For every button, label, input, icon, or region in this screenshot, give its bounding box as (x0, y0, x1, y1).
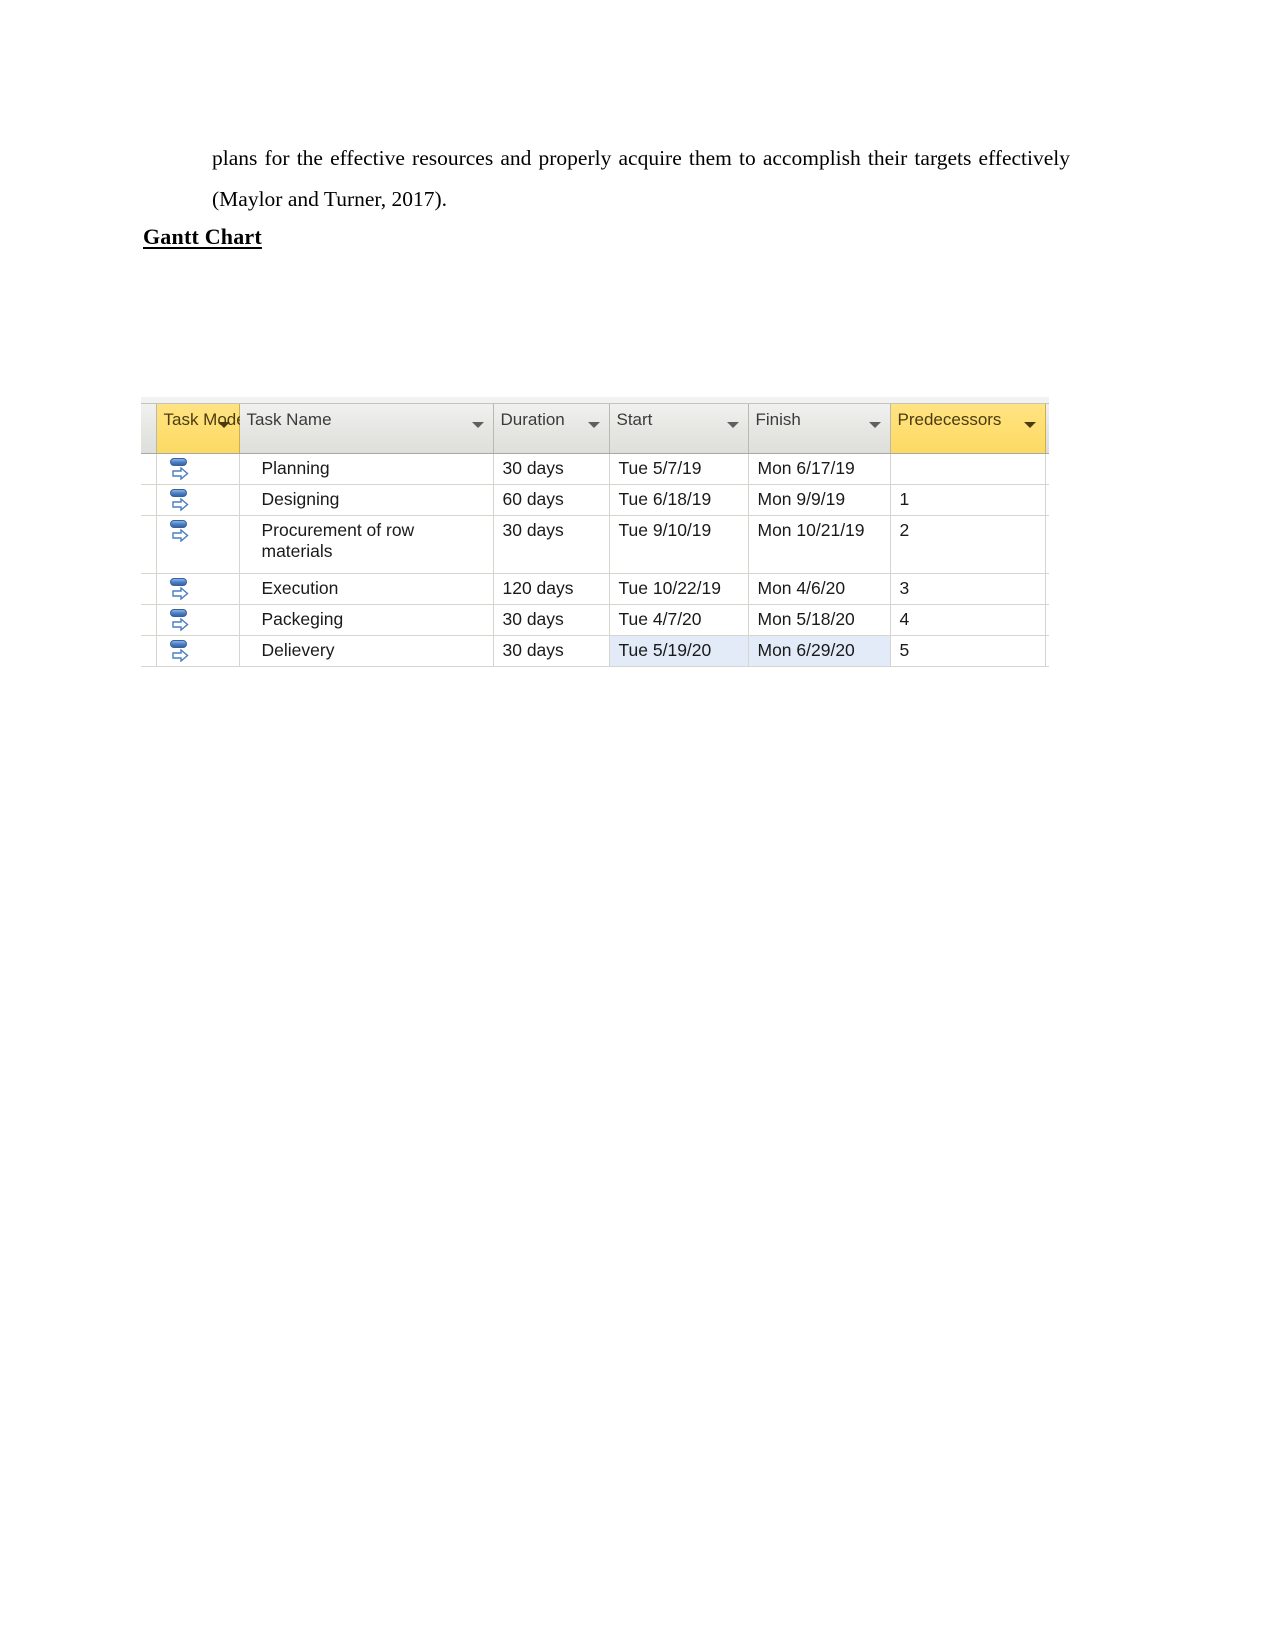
cell-task-name[interactable]: Delievery (239, 635, 494, 667)
cell-task-mode[interactable] (156, 484, 240, 516)
cell-task-name[interactable]: Designing (239, 484, 494, 516)
page-title: Gantt Chart (143, 224, 262, 249)
cell-task-mode[interactable] (156, 573, 240, 605)
cell-clipped (1045, 453, 1049, 485)
chevron-down-icon[interactable] (587, 422, 600, 428)
cell-duration[interactable]: 30 days (493, 515, 610, 574)
row-gutter-cell (141, 635, 157, 667)
row-gutter-cell (141, 573, 157, 605)
manually-scheduled-task-icon (169, 608, 191, 632)
cell-clipped (1045, 573, 1049, 605)
cell-predecessors[interactable]: 5 (890, 635, 1046, 667)
arrow-right-icon (171, 617, 189, 631)
column-header-task-mode[interactable]: Task Mode (156, 404, 246, 454)
column-header-finish-label: Finish (755, 410, 801, 429)
arrow-right-icon (171, 466, 189, 480)
cell-task-name[interactable]: Execution (239, 573, 494, 605)
cell-start[interactable]: Tue 9/10/19 (609, 515, 749, 574)
table-row[interactable]: Execution 120 days Tue 10/22/19 Mon 4/6/… (141, 573, 1049, 605)
row-gutter-cell (141, 515, 157, 574)
cell-start[interactable]: Tue 4/7/20 (609, 604, 749, 636)
column-header-predecessors[interactable]: Predecessors (890, 404, 1046, 454)
cell-finish[interactable]: Mon 9/9/19 (748, 484, 891, 516)
cell-task-mode[interactable] (156, 515, 240, 574)
chevron-down-icon[interactable] (726, 422, 739, 428)
cell-finish[interactable]: Mon 4/6/20 (748, 573, 891, 605)
cell-duration[interactable]: 60 days (493, 484, 610, 516)
row-gutter-cell (141, 453, 157, 485)
table-header-row: Task Mode Task Name Duration Start Finis… (141, 404, 1049, 454)
cell-finish[interactable]: Mon 6/17/19 (748, 453, 891, 485)
cell-finish[interactable]: Mon 10/21/19 (748, 515, 891, 574)
cell-predecessors[interactable]: 3 (890, 573, 1046, 605)
gantt-chart-table-screenshot: Task Mode Task Name Duration Start Finis… (141, 397, 1049, 678)
table-bottom-clip (141, 676, 1049, 678)
cell-predecessors[interactable]: 1 (890, 484, 1046, 516)
cell-task-mode[interactable] (156, 635, 240, 667)
chevron-down-icon[interactable] (1023, 422, 1036, 428)
table-row[interactable]: Packeging 30 days Tue 4/7/20 Mon 5/18/20… (141, 604, 1049, 636)
arrow-right-icon (171, 497, 189, 511)
body-text-block: plans for the effective resources and pr… (212, 138, 1070, 220)
cell-task-mode[interactable] (156, 604, 240, 636)
table-top-strip (141, 397, 1049, 404)
cell-finish[interactable]: Mon 6/29/20 (748, 635, 891, 667)
column-header-task-name[interactable]: Task Name (239, 404, 494, 454)
cell-clipped (1045, 484, 1049, 516)
row-gutter-cell (141, 604, 157, 636)
cell-duration[interactable]: 30 days (493, 604, 610, 636)
chevron-down-icon[interactable] (471, 422, 484, 428)
cell-start[interactable]: Tue 10/22/19 (609, 573, 749, 605)
column-header-finish[interactable]: Finish (748, 404, 891, 454)
manually-scheduled-task-icon (169, 577, 191, 601)
table-row[interactable]: Procurement of row materials 30 days Tue… (141, 515, 1049, 574)
cell-duration[interactable]: 30 days (493, 453, 610, 485)
cell-predecessors[interactable]: 4 (890, 604, 1046, 636)
cell-duration[interactable]: 30 days (493, 635, 610, 667)
manually-scheduled-task-icon (169, 639, 191, 663)
document-page: plans for the effective resources and pr… (0, 0, 1275, 1650)
column-header-task-name-label: Task Name (246, 410, 332, 429)
cell-task-name[interactable]: Packeging (239, 604, 494, 636)
arrow-right-icon (171, 586, 189, 600)
manually-scheduled-task-icon (169, 488, 191, 512)
table-row[interactable]: Designing 60 days Tue 6/18/19 Mon 9/9/19… (141, 484, 1049, 516)
manually-scheduled-task-icon (169, 457, 191, 481)
cell-start[interactable]: Tue 6/18/19 (609, 484, 749, 516)
cell-predecessors[interactable] (890, 453, 1046, 485)
cell-clipped (1045, 635, 1049, 667)
column-header-duration[interactable]: Duration (493, 404, 610, 454)
cell-clipped (1045, 515, 1049, 574)
cell-duration[interactable]: 120 days (493, 573, 610, 605)
cell-task-mode[interactable] (156, 453, 240, 485)
chevron-down-icon[interactable] (217, 422, 230, 428)
cell-task-name[interactable]: Procurement of row materials (239, 515, 494, 574)
table-body: Planning 30 days Tue 5/7/19 Mon 6/17/19 (141, 453, 1049, 667)
column-header-start[interactable]: Start (609, 404, 749, 454)
cell-task-name[interactable]: Planning (239, 453, 494, 485)
row-gutter-header (141, 404, 157, 454)
manually-scheduled-task-icon (169, 519, 191, 543)
cell-finish[interactable]: Mon 5/18/20 (748, 604, 891, 636)
cell-start[interactable]: Tue 5/7/19 (609, 453, 749, 485)
arrow-right-icon (171, 528, 189, 542)
chevron-down-icon[interactable] (868, 422, 881, 428)
row-gutter-cell (141, 484, 157, 516)
column-header-start-label: Start (616, 410, 653, 429)
table-row[interactable]: Delievery 30 days Tue 5/19/20 Mon 6/29/2… (141, 635, 1049, 667)
gantt-task-table: Task Mode Task Name Duration Start Finis… (141, 404, 1049, 667)
column-header-predecessors-label: Predecessors (897, 410, 1002, 429)
cell-predecessors[interactable]: 2 (890, 515, 1046, 574)
table-row[interactable]: Planning 30 days Tue 5/7/19 Mon 6/17/19 (141, 453, 1049, 485)
column-header-clipped (1045, 404, 1049, 454)
arrow-right-icon (171, 648, 189, 662)
cell-clipped (1045, 604, 1049, 636)
paragraph-text: plans for the effective resources and pr… (212, 146, 1070, 211)
cell-start[interactable]: Tue 5/19/20 (609, 635, 749, 667)
